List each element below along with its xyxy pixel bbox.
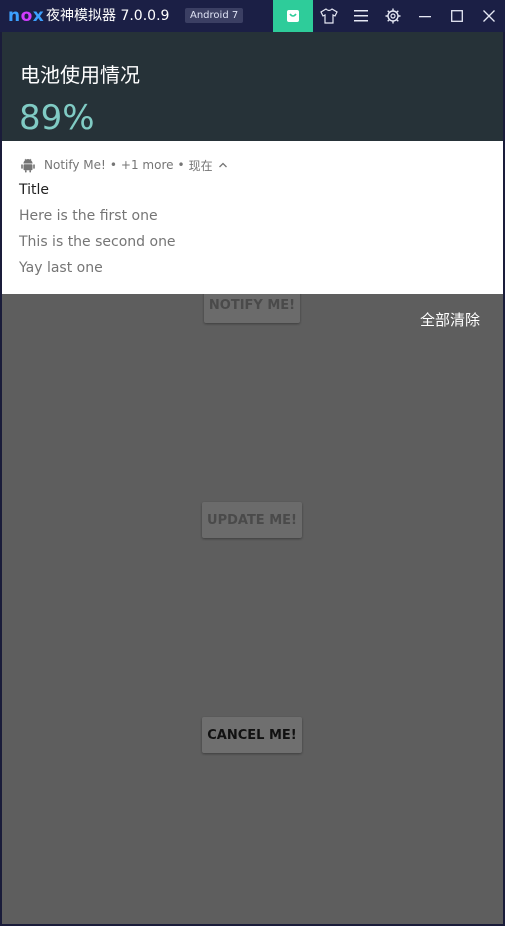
notification-app-name: Notify Me! — [44, 158, 106, 172]
notification-header: Notify Me! • +1 more • 现在 — [20, 157, 228, 173]
settings-button[interactable] — [377, 0, 409, 32]
skin-button[interactable] — [313, 0, 345, 32]
notification-line-3: Yay last one — [19, 260, 103, 276]
minimize-icon — [419, 16, 431, 18]
notification-title: Title — [19, 182, 50, 198]
notification-line-2: This is the second one — [19, 234, 176, 250]
menu-icon — [354, 10, 368, 22]
battery-usage-title: 电池使用情况 — [20, 63, 140, 87]
notification-more-count: +1 more — [120, 158, 174, 172]
battery-percentage: 89% — [19, 98, 95, 138]
shopping-bag-icon — [287, 10, 299, 22]
android-icon — [21, 158, 35, 173]
update-me-button[interactable]: UPDATE ME! — [202, 502, 302, 538]
menu-button[interactable] — [345, 0, 377, 32]
maximize-button[interactable] — [441, 0, 473, 32]
emulator-title: 夜神模拟器 7.0.0.9 — [46, 8, 170, 24]
notification-card[interactable]: Notify Me! • +1 more • 现在 Title Here is … — [2, 141, 503, 294]
close-button[interactable] — [473, 0, 505, 32]
clear-all-button[interactable]: 全部清除 — [420, 310, 480, 330]
gear-icon — [385, 8, 401, 24]
minimize-button[interactable] — [409, 0, 441, 32]
notification-time: 现在 — [188, 158, 213, 173]
nox-logo: nox — [8, 6, 45, 26]
android-screen: NOTIFY ME! UPDATE ME! CANCEL ME! 电池使用情况 … — [2, 32, 503, 924]
notification-line-1: Here is the first one — [19, 208, 158, 224]
cancel-me-button[interactable]: CANCEL ME! — [202, 717, 302, 753]
emulator-title-bar: nox 夜神模拟器 7.0.0.9 Android 7 — [0, 0, 505, 32]
quick-settings-header: 电池使用情况 89% — [2, 32, 503, 141]
shirt-icon — [320, 8, 338, 24]
chevron-up-icon[interactable] — [218, 161, 228, 169]
app-store-button[interactable] — [273, 0, 313, 32]
close-icon — [483, 10, 495, 22]
android-version-badge: Android 7 — [185, 8, 244, 23]
maximize-icon — [451, 10, 463, 22]
